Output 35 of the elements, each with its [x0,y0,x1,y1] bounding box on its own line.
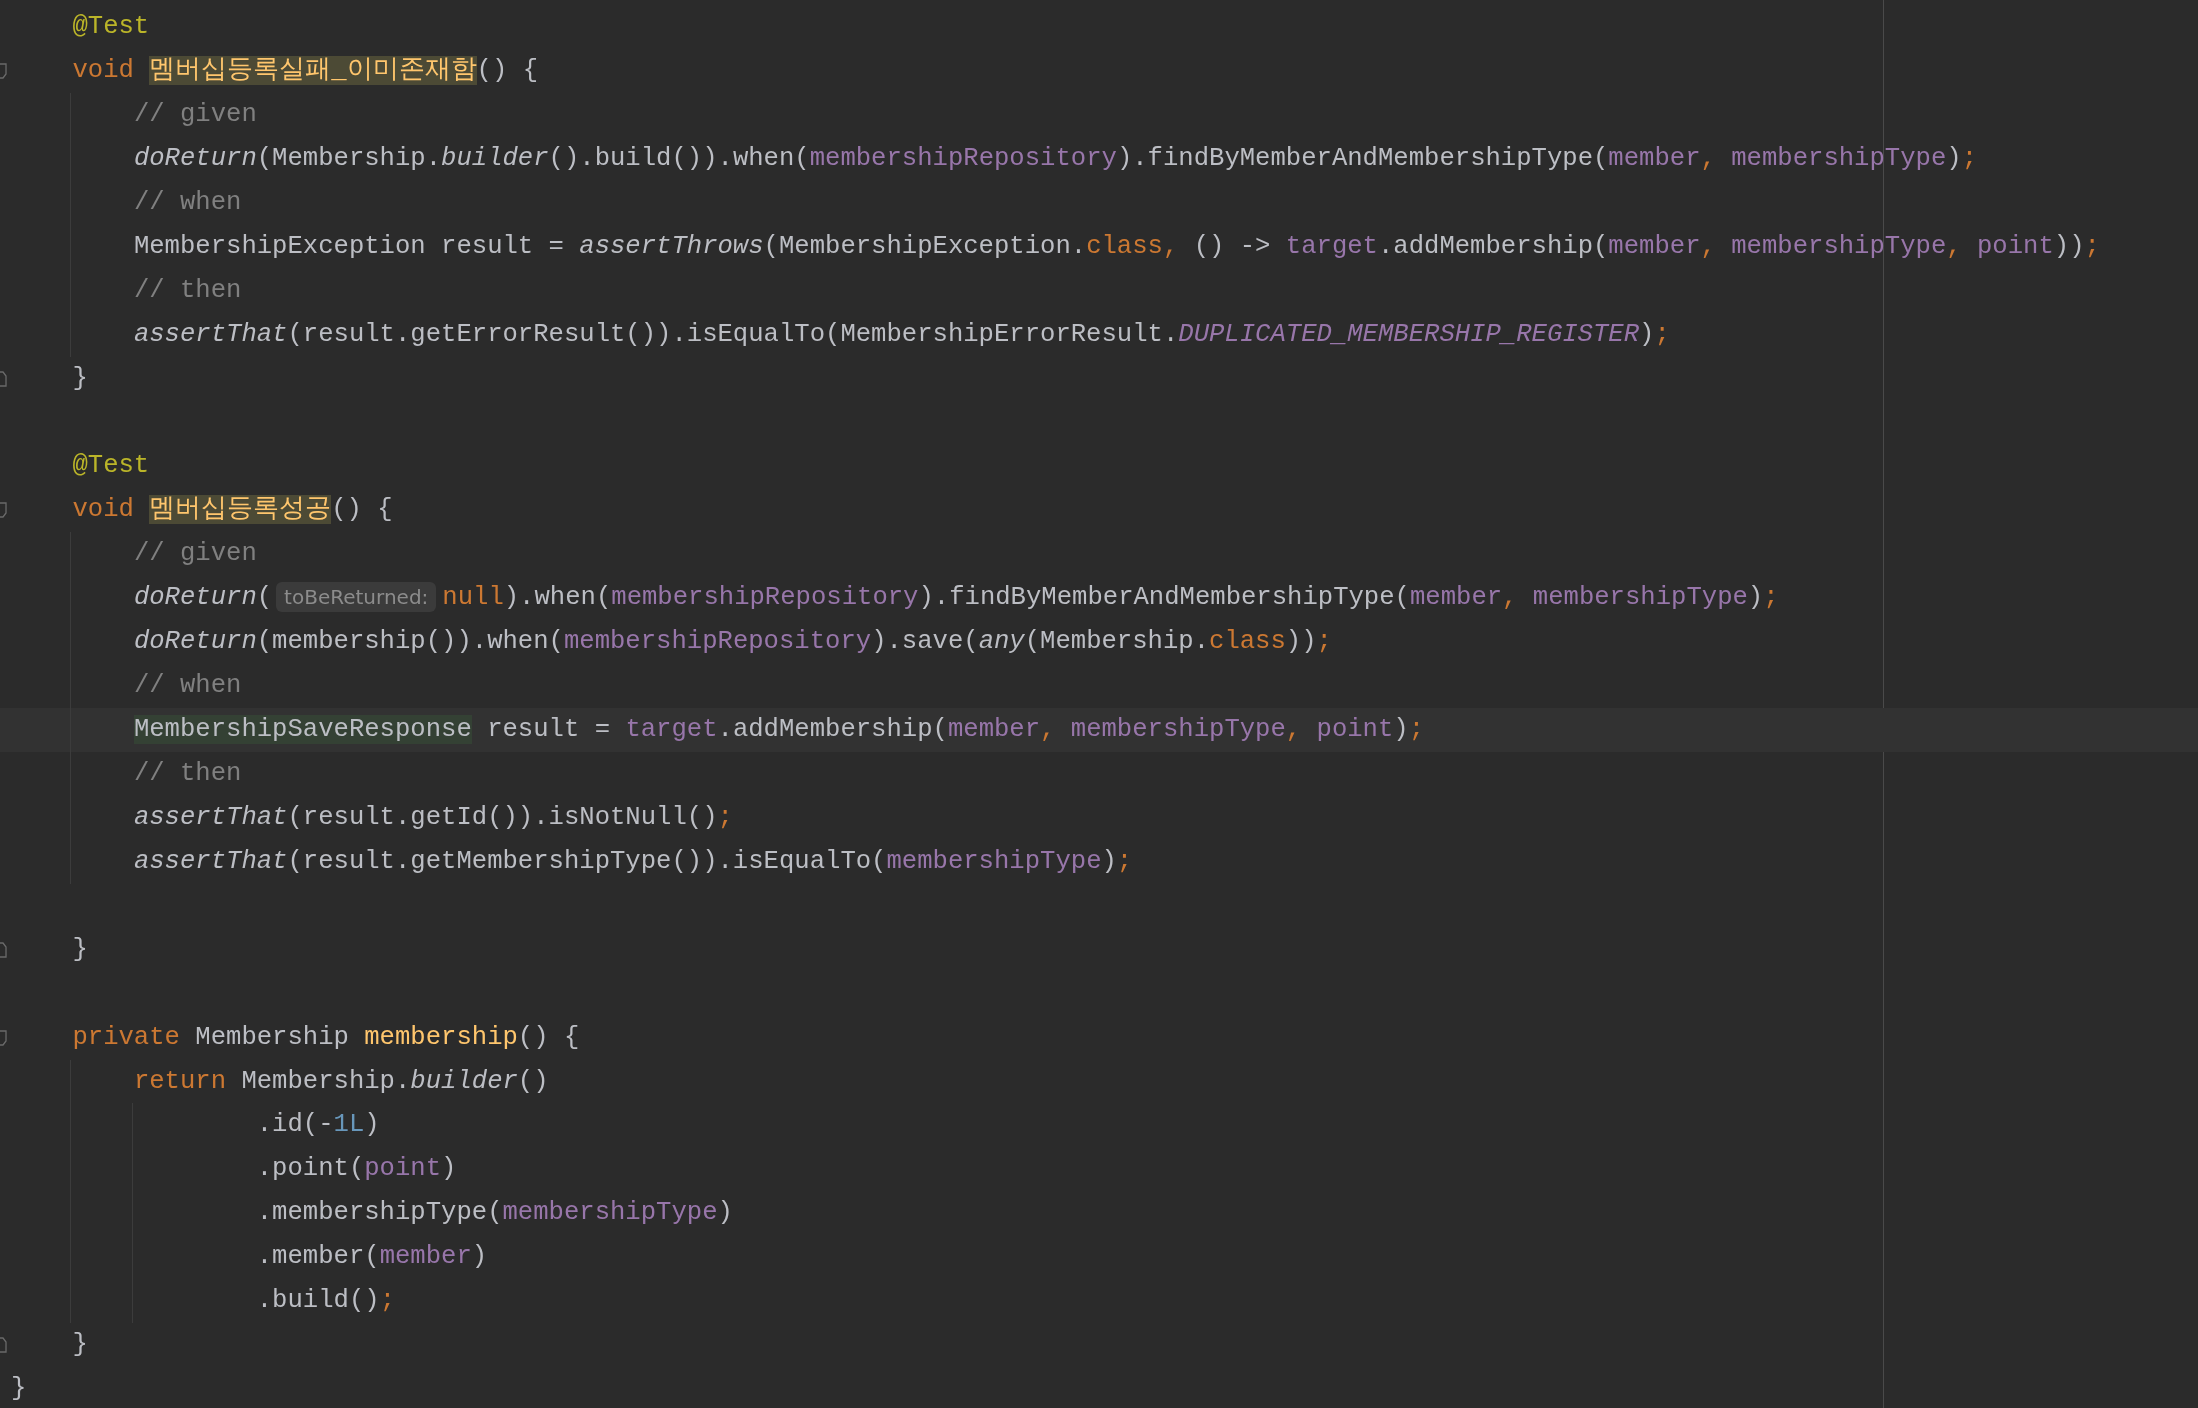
code-line: .build(); [255,1285,395,1318]
fold-icon[interactable] [0,941,7,958]
fold-icon[interactable] [0,502,7,519]
code-line: // given [132,538,257,571]
code-line: doReturn( toBeReturned: null).when(membershipRepository).findByMemberAndMembershipType(member, membershipType); [132,581,1779,615]
code-line: assertThat(result.getErrorResult()).isEqualTo(MembershipErrorResult.DUPLICATED_MEMBERSHIP_REGISTER); [132,318,1670,351]
code-line: // when [132,670,242,703]
fold-icon[interactable] [0,1337,7,1354]
code-line: .point(point) [255,1153,457,1186]
code-line: return Membership.builder() [132,1065,549,1098]
code-line: MembershipSaveResponse result = target.addMembership(member, membershipType, point); [132,714,1425,746]
code-line: .id(-1L) [255,1109,380,1142]
code-line: @Test [71,11,150,43]
code-line: @Test [71,450,150,483]
code-line: } [71,362,88,395]
code-line: // given [132,98,257,131]
fold-icon[interactable] [0,62,7,79]
code-line: private Membership membership() { [71,1021,580,1054]
code-line: .member(member) [255,1241,488,1274]
code-line: doReturn(membership()).when(membershipRepository).save(any(Membership.class)); [132,626,1332,659]
code-line: assertThat(result.getId()).isNotNull(); [132,801,733,834]
code-line: doReturn(Membership.builder().build()).when(membershipRepository).findByMemberAndMembershipType(member, membershipType); [132,142,1977,175]
code-line: void 멤버십등록성공() { [71,494,393,527]
code-line: } [11,1373,27,1406]
code-line: } [71,933,88,966]
code-line: // then [132,274,242,307]
code-line: } [71,1329,88,1362]
fold-icon[interactable] [0,370,7,387]
fold-icon[interactable] [0,1029,7,1046]
code-line: assertThat(result.getMembershipType()).isEqualTo(membershipType); [132,845,1133,878]
code-line: // when [132,186,242,219]
code-line: void 멤버십등록실패_이미존재함() { [71,54,539,87]
code-line: MembershipException result = assertThrows(MembershipException.class, () -> target.addMembership(member, membershipType, point)); [132,230,2100,263]
code-line: .membershipType(membershipType) [255,1197,733,1230]
code-line: // then [132,757,242,790]
